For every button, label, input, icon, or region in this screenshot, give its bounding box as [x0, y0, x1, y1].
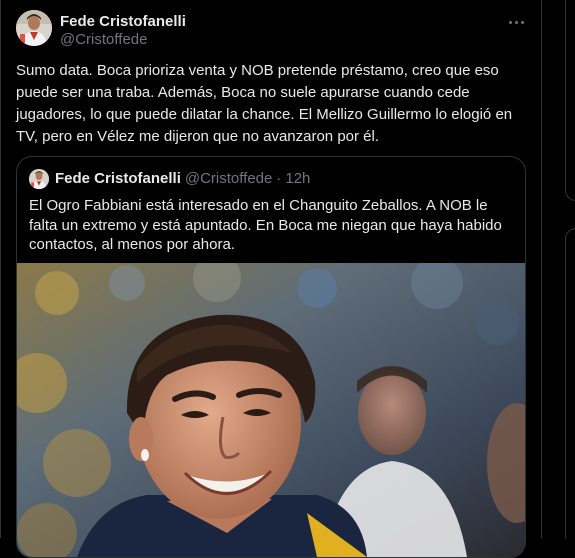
quoted-tweet-text: El Ogro Fabbiani está interesado en el C…: [29, 197, 502, 253]
column-divider-right: [541, 0, 542, 538]
tweet-text: Sumo data. Boca prioriza venta y NOB pre…: [16, 62, 513, 145]
quoted-tweet-header: Fede Cristofanelli @Cristoffede · 12h: [55, 170, 310, 187]
author-avatar[interactable]: [16, 10, 52, 46]
quoted-author-avatar: [29, 169, 49, 189]
quoted-timestamp: 12h: [285, 170, 311, 187]
separator-dot: ·: [276, 170, 282, 187]
author-handle[interactable]: @Cristoffede: [60, 31, 148, 48]
column-divider-left: [0, 0, 1, 538]
quoted-author-handle: @Cristoffede: [184, 170, 273, 187]
more-icon[interactable]: [504, 12, 528, 32]
quoted-tweet-photo[interactable]: [17, 263, 525, 557]
sidebar-panel-top: [565, 0, 575, 201]
quoted-tweet[interactable]: Fede Cristofanelli @Cristoffede · 12h El Og…: [16, 156, 526, 558]
quoted-author-name: Fede Cristofanelli: [55, 170, 181, 187]
author-name[interactable]: Fede Cristofanelli: [60, 13, 186, 30]
sidebar-panel-bottom: [565, 228, 575, 539]
